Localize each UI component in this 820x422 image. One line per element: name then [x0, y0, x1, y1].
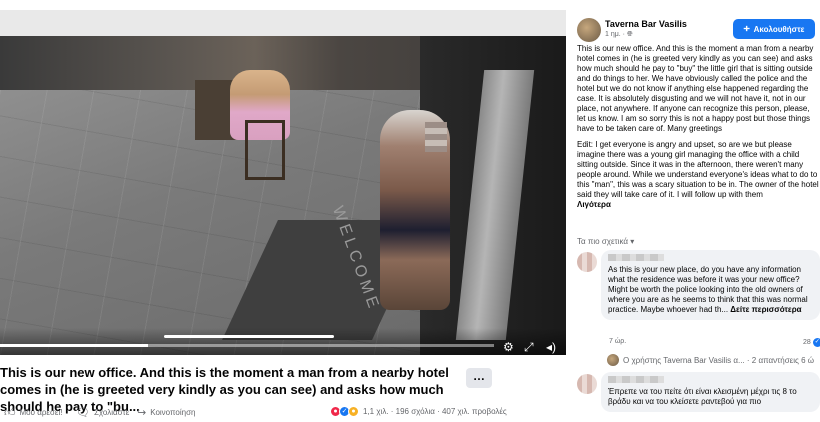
post-stats: 1,1 χιλ. · 196 σχόλια · 407 χιλ. προβολέ… — [363, 407, 507, 416]
comment-text: Έπρεπε να του πείτε ότι είναι κλεισμένη … — [608, 387, 797, 406]
commenter-avatar[interactable] — [577, 374, 597, 394]
blurred-face — [425, 122, 447, 152]
reply-author-avatar — [607, 354, 619, 366]
post-body-edit: Edit: I get everyone is angry and upset,… — [577, 140, 820, 210]
volume-icon[interactable]: ◂) — [546, 340, 556, 354]
share-label: Κοινοποίηση — [150, 408, 196, 417]
like-reaction-icon: ✓ — [812, 338, 820, 347]
post-body-paragraph: This is our new office. And this is the … — [577, 44, 814, 133]
comment-like-number: 28 — [803, 339, 811, 346]
post-body: This is our new office. And this is the … — [577, 44, 820, 216]
post-actions-bar: 👍︎ Μου αρέσει! 🗨︎ Σχολιάστε ↪ Κοινοποίησ… — [0, 404, 566, 420]
globe-icon: 🌐︎ — [626, 31, 633, 38]
video-scene-chair — [245, 120, 285, 180]
commenter-name-redacted[interactable] — [608, 376, 664, 383]
post-body-edit-text: Edit: I get everyone is angry and upset,… — [577, 140, 819, 199]
follow-icon: ➕︎ — [743, 24, 750, 33]
sad-reaction-icon: ● — [348, 406, 359, 417]
follow-label: Ακολουθήστε — [753, 24, 805, 34]
post-details-panel: Taverna Bar Vasilis 1 ημ. · 🌐︎ ➕︎ Ακολου… — [572, 10, 820, 422]
video-player[interactable]: WELCOME ⚙ ⤢ ◂) — [0, 10, 566, 355]
comment-text: As this is your new place, do you have a… — [608, 265, 813, 315]
thumbs-up-icon: 👍︎ — [4, 407, 16, 419]
video-controls — [0, 328, 566, 355]
comment-label: Σχολιάστε — [93, 408, 130, 417]
comment-item: Έπρεπε να του πείτε ότι είναι κλεισμένη … — [577, 372, 820, 422]
settings-icon[interactable]: ⚙ — [503, 340, 514, 354]
comment-icon: 🗨︎ — [76, 407, 90, 419]
share-icon: ↪ — [137, 407, 147, 419]
post-timestamp: 1 ημ. · 🌐︎ — [605, 31, 633, 39]
commenter-avatar[interactable] — [577, 252, 597, 272]
commenter-name-redacted[interactable] — [608, 254, 664, 261]
comment-bubble: As this is your new place, do you have a… — [601, 250, 820, 320]
see-less-link[interactable]: Λιγότερα — [577, 200, 611, 209]
video-progress-fill — [0, 344, 149, 347]
reactions-summary[interactable]: ● ✓ ● 1,1 χιλ. · 196 σχόλια · 407 χιλ. π… — [330, 406, 507, 417]
replies-text: Ο χρήστης Taverna Bar Vasilis α... · 2 α… — [623, 355, 814, 365]
video-progress-bar[interactable] — [0, 344, 494, 347]
page-name-link[interactable]: Taverna Bar Vasilis — [605, 19, 687, 29]
comment-item: As this is your new place, do you have a… — [577, 250, 820, 370]
comment-like-count[interactable]: 28 ✓ — [803, 338, 820, 347]
video-scrub-indicator — [164, 335, 334, 338]
video-top-bar — [0, 10, 566, 36]
comment-bubble: Έπρεπε να του πείτε ότι είναι κλεισμένη … — [601, 372, 820, 412]
follow-button[interactable]: ➕︎ Ακολουθήστε — [733, 19, 815, 39]
post-time-text: 1 ημ. · — [605, 31, 627, 38]
share-button[interactable]: ↪ Κοινοποίηση — [137, 406, 196, 419]
more-options-button[interactable]: … — [466, 368, 492, 388]
like-button[interactable]: 👍︎ Μου αρέσει! — [4, 406, 62, 419]
view-replies-link[interactable]: Ο χρήστης Taverna Bar Vasilis α... · 2 α… — [607, 354, 814, 366]
fullscreen-icon[interactable]: ⤢ — [524, 340, 534, 354]
comment-button[interactable]: 🗨︎ Σχολιάστε — [76, 406, 129, 419]
page-avatar[interactable] — [577, 18, 601, 42]
like-label: Μου αρέσει! — [19, 408, 63, 417]
comment-age: 7 ώρ. — [609, 338, 627, 345]
comment-sort-dropdown[interactable]: Τα πιο σχετικά ▾ — [577, 237, 634, 246]
see-more-link[interactable]: Δείτε περισσότερα — [730, 305, 801, 314]
